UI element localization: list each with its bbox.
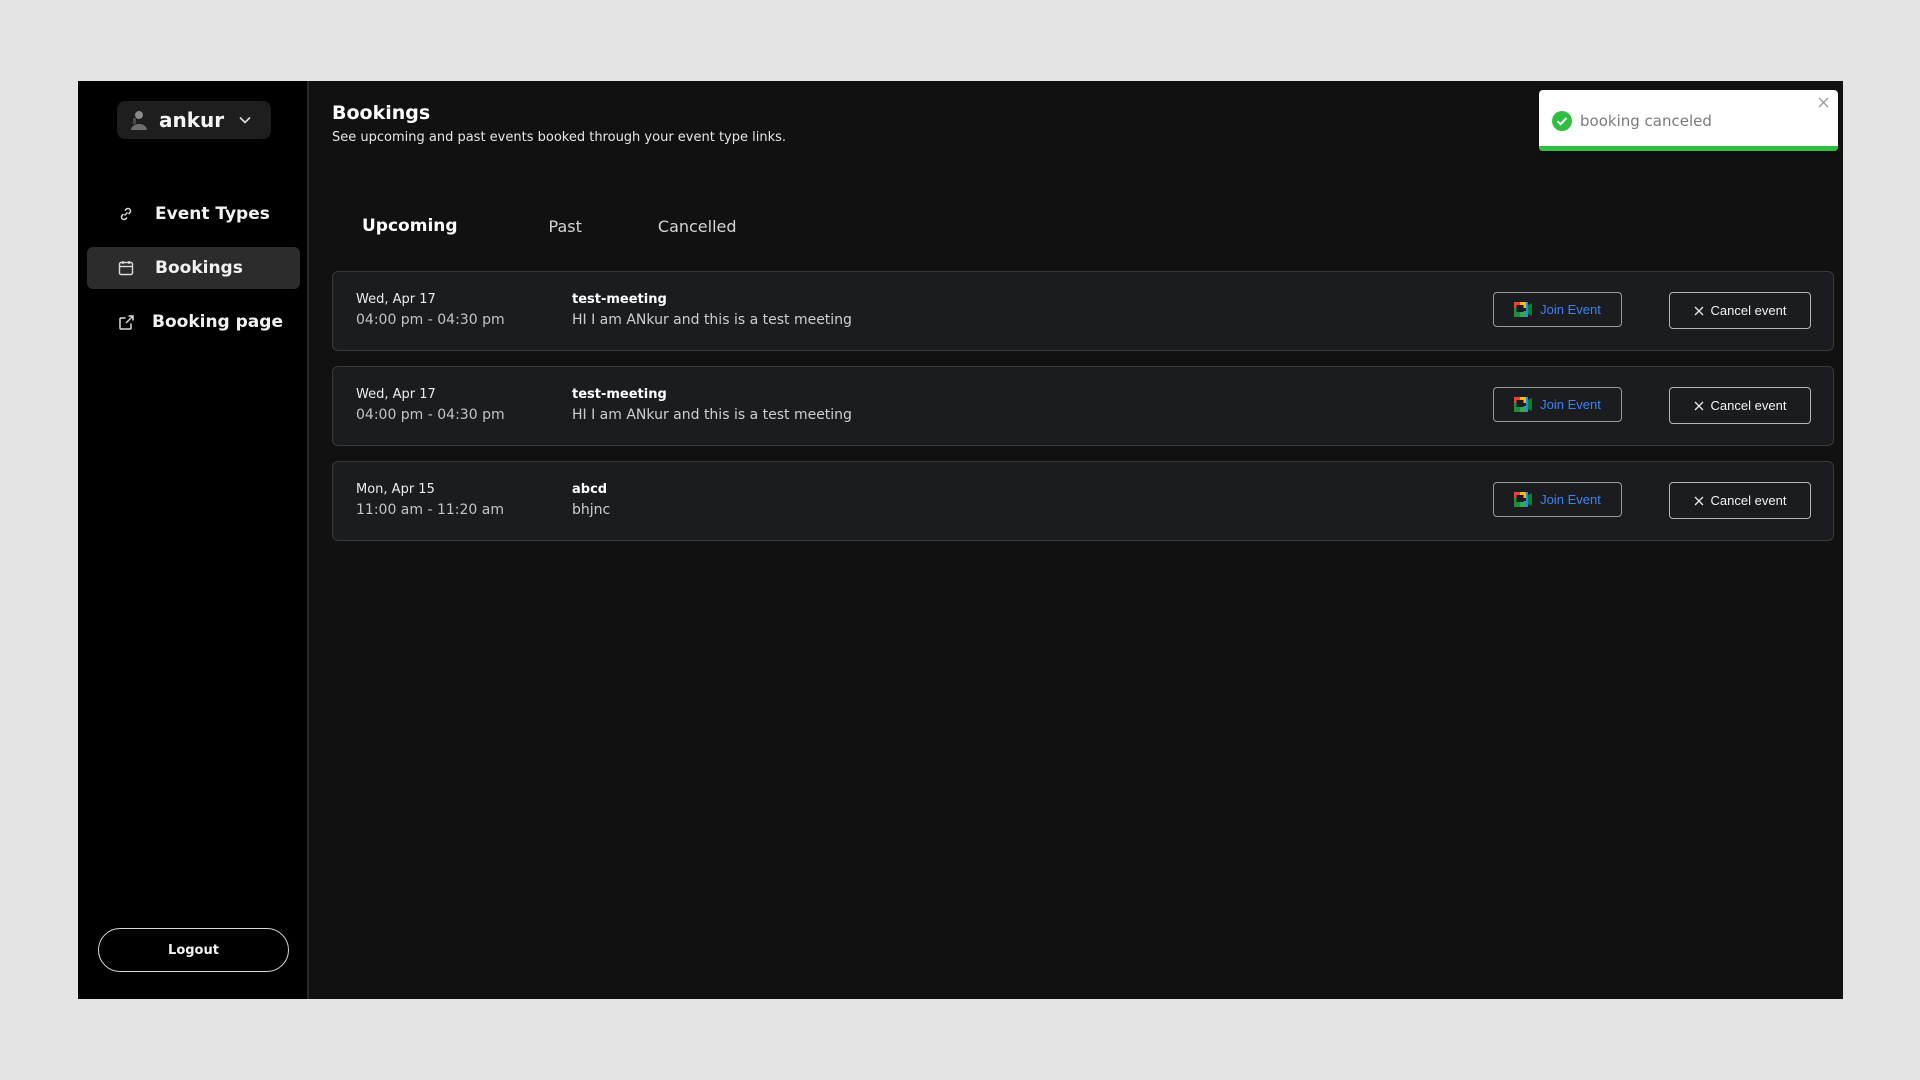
booking-description: bhjnc <box>572 502 611 518</box>
sidebar-item-label: Bookings <box>155 258 243 278</box>
logout-button[interactable]: Logout <box>98 928 289 972</box>
page-title: Bookings <box>332 102 431 124</box>
booking-description: HI I am ANkur and this is a test meeting <box>572 312 852 328</box>
booking-time: 11:00 am - 11:20 am <box>356 502 504 518</box>
toast-message: booking canceled <box>1580 112 1712 130</box>
booking-card: Mon, Apr 15 11:00 am - 11:20 am abcd bhj… <box>332 461 1834 541</box>
join-event-label: Join Event <box>1540 397 1601 412</box>
cancel-event-button[interactable]: Cancel event <box>1669 292 1811 329</box>
close-icon[interactable] <box>1818 97 1829 108</box>
booking-card: Wed, Apr 17 04:00 pm - 04:30 pm test-mee… <box>332 271 1834 351</box>
cancel-event-label: Cancel event <box>1710 398 1787 413</box>
close-icon <box>1694 496 1704 506</box>
close-icon <box>1694 401 1704 411</box>
bookings-tabs: Upcoming Past Cancelled <box>332 211 737 241</box>
booking-time: 04:00 pm - 04:30 pm <box>356 407 505 423</box>
page-subtitle: See upcoming and past events booked thro… <box>332 130 787 145</box>
cancel-event-label: Cancel event <box>1710 493 1787 508</box>
cancel-event-button[interactable]: Cancel event <box>1669 387 1811 424</box>
booking-date: Mon, Apr 15 <box>356 482 435 497</box>
tab-upcoming[interactable]: Upcoming <box>362 216 458 236</box>
google-meet-icon <box>1514 397 1533 412</box>
booking-date: Wed, Apr 17 <box>356 387 436 402</box>
booking-card: Wed, Apr 17 04:00 pm - 04:30 pm test-mee… <box>332 366 1834 446</box>
cancel-event-label: Cancel event <box>1710 303 1787 318</box>
calendar-icon <box>117 259 135 277</box>
join-event-label: Join Event <box>1540 302 1601 317</box>
user-menu-button[interactable]: ankur <box>117 101 271 139</box>
booking-time: 04:00 pm - 04:30 pm <box>356 312 505 328</box>
google-meet-icon <box>1514 302 1533 317</box>
sidebar-item-booking-page[interactable]: Booking page <box>87 301 300 343</box>
bookings-list: Wed, Apr 17 04:00 pm - 04:30 pm test-mee… <box>332 271 1834 556</box>
chevron-down-icon <box>239 116 251 124</box>
close-icon <box>1694 306 1704 316</box>
join-event-button[interactable]: Join Event <box>1493 387 1622 422</box>
booking-name: abcd <box>572 482 608 497</box>
external-link-icon <box>117 313 135 331</box>
main-content: Bookings See upcoming and past events bo… <box>309 81 1843 999</box>
sidebar-item-label: Event Types <box>155 204 270 224</box>
sidebar-item-bookings[interactable]: Bookings <box>87 247 300 289</box>
join-event-button[interactable]: Join Event <box>1493 292 1622 327</box>
google-meet-icon <box>1514 492 1533 507</box>
tab-cancelled[interactable]: Cancelled <box>658 217 737 236</box>
user-name: ankur <box>159 108 225 132</box>
booking-date: Wed, Apr 17 <box>356 292 436 307</box>
booking-name: test-meeting <box>572 292 667 307</box>
tab-past[interactable]: Past <box>549 217 582 236</box>
cancel-event-button[interactable]: Cancel event <box>1669 482 1811 519</box>
join-event-button[interactable]: Join Event <box>1493 482 1622 517</box>
booking-name: test-meeting <box>572 387 667 402</box>
sidebar-item-label: Booking page <box>152 312 283 332</box>
sidebar-item-event-types[interactable]: Event Types <box>87 193 300 235</box>
toast-notification: booking canceled <box>1539 90 1838 151</box>
avatar <box>129 109 149 131</box>
sidebar-nav: Event Types Bookings Booking page <box>87 193 300 355</box>
sidebar: ankur Event Types Bookings Booking page … <box>78 81 309 999</box>
check-circle-icon <box>1552 111 1572 131</box>
toast-progress-bar <box>1539 146 1838 151</box>
app-window: ankur Event Types Bookings Booking page … <box>78 81 1843 999</box>
link-icon <box>117 205 135 223</box>
join-event-label: Join Event <box>1540 492 1601 507</box>
booking-description: HI I am ANkur and this is a test meeting <box>572 407 852 423</box>
